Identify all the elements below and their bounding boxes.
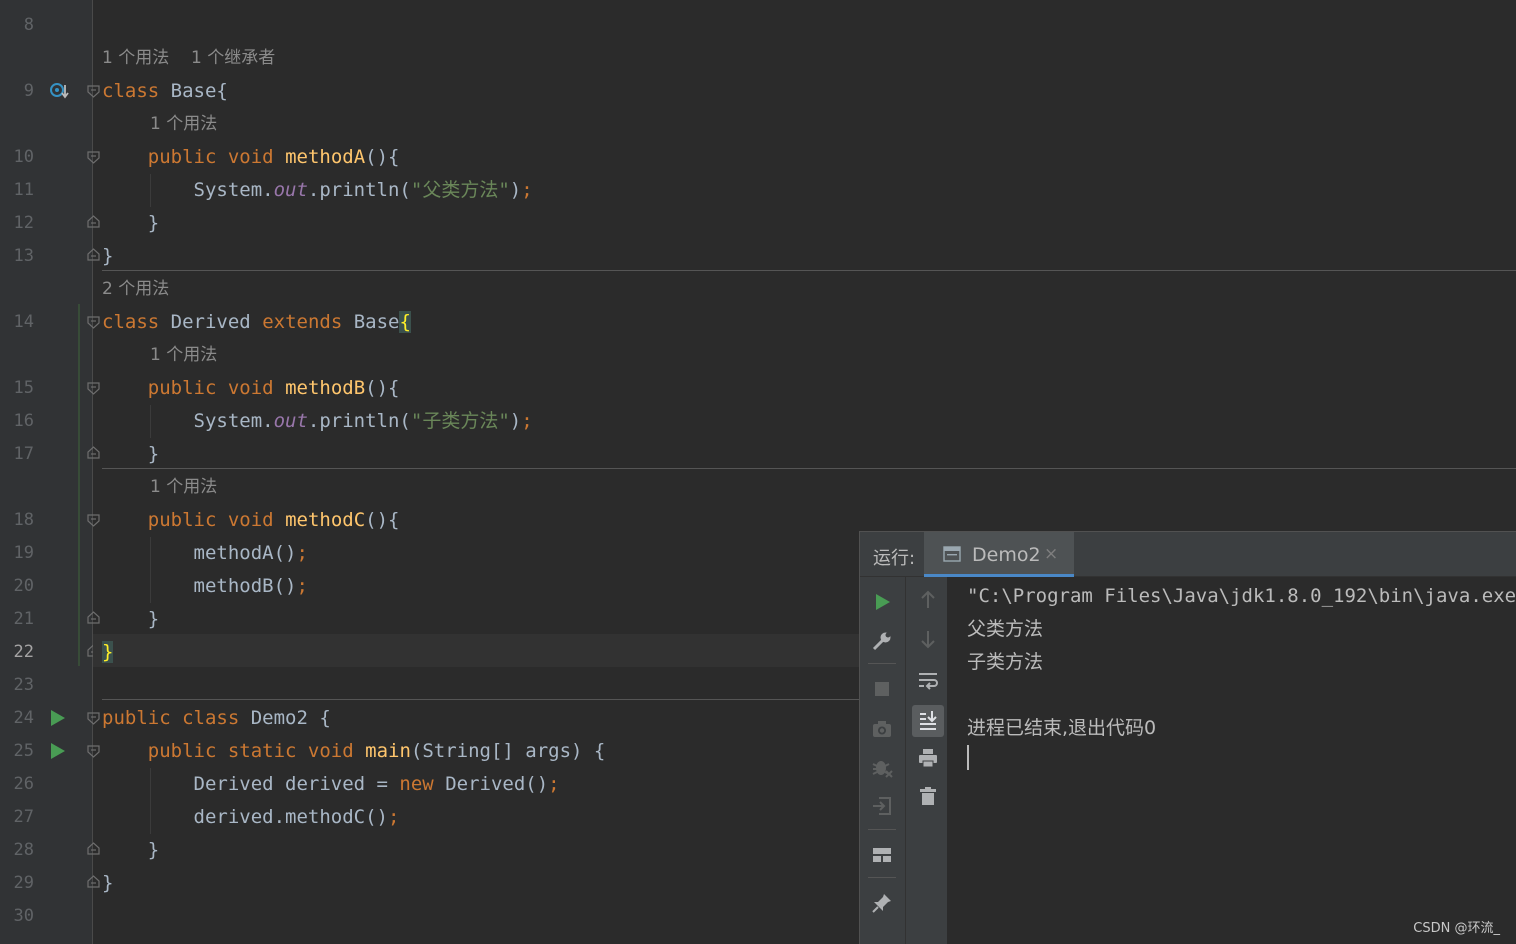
print-icon[interactable] <box>916 746 940 770</box>
usages-hint[interactable]: 1 个用法 <box>150 471 217 504</box>
screenshot-camera-icon[interactable] <box>870 717 894 741</box>
settings-wrench-icon[interactable] <box>870 629 894 653</box>
code-line-9: class Base{ <box>102 80 228 102</box>
line-number: 11 <box>13 180 34 200</box>
code-line-20: methodB(); <box>193 575 308 597</box>
console-line-command: "C:\Program Files\Java\jdk1.8.0_192\bin\… <box>967 585 1516 607</box>
line-number: 28 <box>13 840 34 860</box>
code-line-14: class Derived extends Base{ <box>102 311 411 333</box>
run-toolbar-secondary <box>905 577 948 944</box>
console-line-output: 父类方法 <box>967 618 1044 640</box>
up-arrow-icon[interactable] <box>916 588 940 612</box>
code-line-16: System.out.println("子类方法"); <box>193 410 533 432</box>
code-line-17: } <box>147 443 160 465</box>
stop-icon[interactable] <box>870 677 894 701</box>
run-toolbar-primary <box>860 577 905 944</box>
method-separator <box>102 468 1516 469</box>
line-number: 20 <box>13 576 34 596</box>
code-line-19: methodA(); <box>193 542 308 564</box>
run-gutter-icon[interactable] <box>51 743 65 759</box>
line-number: 13 <box>13 246 34 266</box>
code-line-11: System.out.println("父类方法"); <box>193 179 533 201</box>
usages-hint[interactable]: 1 个用法 <box>150 108 217 141</box>
down-arrow-icon[interactable] <box>916 627 940 651</box>
clear-trash-icon[interactable] <box>916 784 940 808</box>
usages-hint[interactable]: 1 个用法 <box>150 339 217 372</box>
console-line-exit: 进程已结束,退出代码0 <box>967 717 1157 739</box>
watermark: CSDN @环流_ <box>1413 921 1500 936</box>
code-line-22: } <box>102 641 114 663</box>
method-separator <box>102 270 1516 271</box>
tab-label: Demo2 <box>972 544 1041 566</box>
code-line-18: public void methodC(){ <box>147 509 400 531</box>
code-line-25: public static void main(String[] args) { <box>147 740 606 762</box>
line-number: 17 <box>13 444 34 464</box>
pin-icon[interactable] <box>870 891 894 915</box>
code-line-24: public class Demo2 { <box>102 707 331 729</box>
toolbar-divider <box>868 663 896 664</box>
line-number: 25 <box>13 741 34 761</box>
line-number: 18 <box>13 510 34 530</box>
console-line-output: 子类方法 <box>967 651 1044 673</box>
line-number: 30 <box>13 906 34 926</box>
run-gutter-icon[interactable] <box>51 710 65 726</box>
line-number: 21 <box>13 609 34 629</box>
line-number: 29 <box>13 873 34 893</box>
run-tool-window: 运行: Demo2 × "C:\Program Files\Java\jdk1.… <box>859 531 1516 944</box>
line-number: 24 <box>13 708 34 728</box>
toolbar-divider <box>868 877 896 878</box>
code-line-15: public void methodB(){ <box>147 377 400 399</box>
inheritors-hint[interactable]: 1 个继承者 <box>191 42 275 75</box>
rerun-icon[interactable] <box>870 590 894 614</box>
line-number: 12 <box>13 213 34 233</box>
code-line-12: } <box>147 212 160 234</box>
restore-layout-icon[interactable] <box>870 794 894 818</box>
editor-gutter: 8 9 10 11 12 13 14 15 16 17 18 19 20 21 … <box>0 0 93 944</box>
close-icon[interactable]: × <box>1044 544 1058 564</box>
tab-demo2[interactable]: Demo2 × <box>924 532 1074 577</box>
code-line-10: public void methodA(){ <box>147 146 400 168</box>
debug-bug-icon[interactable] <box>870 755 894 779</box>
code-line-28: } <box>147 839 160 861</box>
line-number: 19 <box>13 543 34 563</box>
code-line-27: derived.methodC(); <box>193 806 400 828</box>
line-number: 8 <box>23 15 34 35</box>
line-number: 10 <box>13 147 34 167</box>
console-caret <box>967 745 969 770</box>
soft-wrap-icon[interactable] <box>916 668 940 692</box>
console-window-icon <box>943 546 961 562</box>
line-number: 23 <box>13 675 34 695</box>
line-number: 15 <box>13 378 34 398</box>
line-number-current: 22 <box>13 642 34 662</box>
run-header: 运行: Demo2 × <box>860 532 1516 577</box>
toolbar-divider <box>868 829 896 830</box>
console-output[interactable]: "C:\Program Files\Java\jdk1.8.0_192\bin\… <box>948 577 1516 944</box>
line-number: 27 <box>13 807 34 827</box>
scroll-to-end-icon[interactable] <box>912 705 944 737</box>
usages-hint[interactable]: 2 个用法 <box>102 273 169 306</box>
code-line-29: } <box>102 872 114 894</box>
line-number: 16 <box>13 411 34 431</box>
code-line-13: } <box>102 245 114 267</box>
usages-hint[interactable]: 1 个用法 <box>102 42 169 75</box>
run-title: 运行: <box>873 548 916 569</box>
line-number: 14 <box>13 312 34 332</box>
line-number: 26 <box>13 774 34 794</box>
vcs-change-marker <box>78 304 80 666</box>
implemented-override-icon[interactable] <box>50 81 70 101</box>
code-line-21: } <box>147 608 160 630</box>
layout-icon[interactable] <box>870 843 894 867</box>
line-number: 9 <box>23 81 34 101</box>
code-line-26: Derived derived = new Derived(); <box>193 773 560 795</box>
